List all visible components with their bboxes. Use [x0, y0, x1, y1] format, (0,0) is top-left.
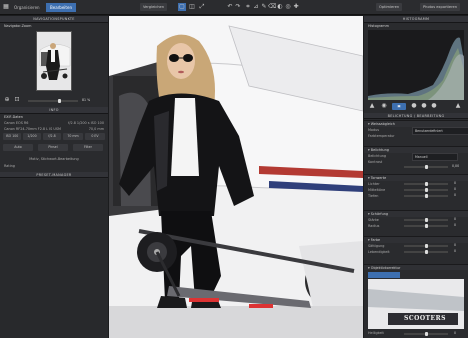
section-lens[interactable]: ▾ Objektivkorrektur — [364, 264, 468, 270]
section-sharpening[interactable]: ▾ Schärfung — [364, 210, 468, 217]
shadows-value[interactable]: 0 — [454, 193, 456, 197]
eraser-icon[interactable]: ⌫ — [268, 3, 276, 11]
wb-mode-dropdown[interactable]: Benutzerdefiniert — [412, 127, 468, 135]
section-exposure[interactable]: ▾ Belichtung — [364, 146, 468, 153]
crop-icon[interactable]: ⌗ — [244, 3, 252, 11]
aperture-chip: f/2.8 — [43, 133, 61, 140]
preview-thumbnail[interactable]: SCOOTERS — [368, 279, 464, 329]
redo-icon[interactable]: ↷ — [234, 3, 242, 11]
green-channel-icon[interactable]: ● — [420, 102, 428, 110]
saturation-value[interactable]: 0 — [454, 243, 456, 247]
top-toolbar: ▦ Organisieren Bearbeiten Vergleichen ▢ … — [0, 0, 468, 15]
rating-label[interactable]: Rating — [0, 163, 108, 169]
brightness-value[interactable]: 0 — [454, 331, 456, 335]
red-channel-icon[interactable]: ● — [410, 102, 418, 110]
gradient-icon[interactable]: ◐ — [276, 3, 284, 11]
info-row: Canon RF24-70mm F2.8 L IS USM 70,0 mm — [4, 127, 104, 131]
histogram-label: Histogramm — [368, 24, 389, 28]
histogram — [368, 30, 464, 100]
optimize-button[interactable]: Optimieren — [376, 3, 403, 11]
eyedropper-icon[interactable]: ✚ — [292, 3, 300, 11]
shadows-slider[interactable] — [404, 194, 448, 198]
focal-chip: 70 mm — [63, 133, 83, 140]
radial-icon[interactable]: ◎ — [284, 3, 292, 11]
contrast-value[interactable]: 0,00 — [452, 164, 459, 168]
clip-highlight-icon[interactable]: ▲ — [454, 102, 462, 110]
sharpen-radius-slider[interactable] — [404, 224, 448, 228]
info-header: INFO — [0, 107, 108, 114]
midtones-slider[interactable] — [404, 188, 448, 192]
preview-text: SCOOTERS — [404, 315, 446, 322]
saturation-slider[interactable] — [404, 244, 448, 248]
edit-header: BELICHTUNG / BEARBEITUNG — [364, 113, 468, 119]
shutter-chip: 1/200 — [23, 133, 41, 140]
preview-tab-active[interactable] — [368, 272, 400, 278]
left-panel: NAVIGATIONSPUNKTE Navigator-Zoom ⊕ ⊡ 81 … — [0, 16, 108, 338]
auto-button[interactable]: Auto — [3, 144, 33, 151]
navigator-label: Navigator-Zoom — [4, 24, 32, 28]
tab-bearbeiten[interactable]: Bearbeiten — [46, 3, 76, 12]
ev-chip: 0 EV — [85, 133, 105, 140]
brush-tool-button[interactable]: Pinsel — [38, 144, 68, 151]
main-photo — [109, 16, 363, 338]
fill-icon[interactable]: ⊡ — [13, 96, 21, 104]
zoom-fit-icon[interactable]: ⤢ — [198, 3, 206, 11]
midtones-value[interactable]: 0 — [454, 187, 456, 191]
filter-button[interactable]: Filter — [73, 144, 103, 151]
compare-button[interactable]: Vergleichen — [140, 3, 168, 11]
vibrance-slider[interactable] — [404, 250, 448, 254]
section-color[interactable]: ▾ Farbe — [364, 236, 468, 243]
split-view-icon[interactable]: ◫ — [188, 3, 196, 11]
preset-list — [0, 179, 108, 338]
fit-icon[interactable]: ⊕ — [3, 96, 11, 104]
brush-icon[interactable]: ✎ — [260, 3, 268, 11]
blue-channel-icon[interactable]: ● — [430, 102, 438, 110]
app-grid-icon[interactable]: ▦ — [2, 3, 10, 11]
rgb-icon[interactable]: ◉ — [380, 102, 388, 110]
clip-shadow-icon[interactable]: ▲ — [368, 102, 376, 110]
sharpen-radius-value[interactable]: 0 — [454, 223, 456, 227]
highlights-slider[interactable] — [404, 182, 448, 186]
photo-canvas[interactable] — [109, 16, 363, 338]
section-white-balance[interactable]: ▾ Weissabgleich — [364, 120, 468, 127]
navigator-header: NAVIGATIONSPUNKTE — [0, 16, 108, 23]
single-view-icon[interactable]: ▢ — [178, 3, 186, 11]
straighten-icon[interactable]: ⊿ — [252, 3, 260, 11]
histogram-header: HISTOGRAMM — [364, 16, 468, 23]
vibrance-value[interactable]: 0 — [454, 249, 456, 253]
brightness-slider[interactable] — [404, 332, 448, 336]
right-panel: HISTOGRAMM Histogramm ▲ ◉ ▣ ● ● ● ▲ BELI… — [364, 16, 468, 338]
export-button[interactable]: Photos exportieren — [420, 3, 461, 11]
sharpen-amount-value[interactable]: 0 — [454, 217, 456, 221]
section-tones[interactable]: ▾ Tonwerte — [364, 174, 468, 181]
luminance-icon[interactable]: ▣ — [392, 103, 406, 110]
keywords-text[interactable]: Motiv, Stichwort-Bearbeitung — [0, 156, 108, 162]
sharpen-amount-slider[interactable] — [404, 218, 448, 222]
undo-icon[interactable]: ↶ — [226, 3, 234, 11]
zoom-value: 81 % — [82, 98, 91, 102]
zoom-slider[interactable] — [28, 99, 78, 103]
contrast-slider[interactable] — [404, 165, 448, 169]
tab-organisieren[interactable]: Organisieren — [10, 3, 44, 12]
iso-chip: ISO 100 — [3, 133, 21, 140]
exposure-dropdown[interactable]: Manuell — [412, 153, 458, 161]
preset-header[interactable]: PRESET-MANAGER — [0, 172, 108, 178]
navigator-thumbnail[interactable] — [36, 31, 72, 91]
highlights-value[interactable]: 0 — [454, 181, 456, 185]
